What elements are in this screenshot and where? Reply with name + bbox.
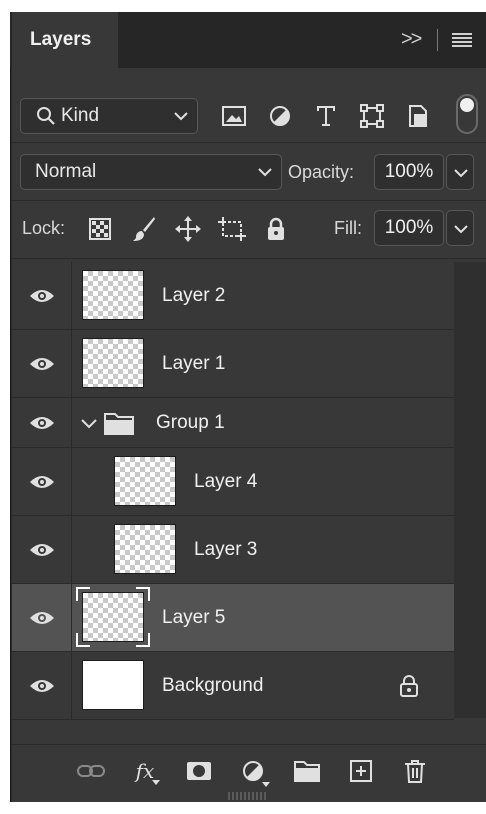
resize-grip[interactable] xyxy=(228,792,268,800)
eye-icon xyxy=(29,289,54,302)
chevron-down-icon xyxy=(174,112,188,121)
fill-dropdown-button[interactable] xyxy=(446,210,474,246)
lock-artboard-icon[interactable] xyxy=(218,215,246,243)
visibility-toggle[interactable] xyxy=(12,516,72,583)
visibility-toggle[interactable] xyxy=(12,448,72,515)
divider xyxy=(12,258,486,259)
eye-icon xyxy=(29,475,54,488)
layer-thumbnail[interactable] xyxy=(82,270,144,320)
visibility-toggle[interactable] xyxy=(12,398,72,447)
image-filter-icon[interactable] xyxy=(220,102,248,130)
lock-position-icon[interactable] xyxy=(174,215,202,243)
adjustment-filter-icon[interactable] xyxy=(266,102,294,130)
visibility-toggle[interactable] xyxy=(12,652,72,719)
layer-thumbnail[interactable] xyxy=(82,660,144,710)
visibility-toggle[interactable] xyxy=(12,584,72,651)
eye-icon xyxy=(29,416,54,429)
fill-label: Fill: xyxy=(334,218,362,238)
layers-list: Layer 2 Layer 1 Group 1 Layer 4 Layer 3 … xyxy=(12,262,454,720)
selection-corner xyxy=(76,633,90,647)
eye-icon xyxy=(29,543,54,556)
panel-body: Kind Normal Opacity: 100% Lock: Fill: 10… xyxy=(12,68,486,802)
smart-object-filter-icon[interactable] xyxy=(404,102,432,130)
layers-panel: Layers >> Kind Normal Opacity: 100% Lock… xyxy=(10,12,486,802)
layer-row[interactable]: Layer 4 xyxy=(12,448,454,516)
lock-transparent-pixels-icon[interactable] xyxy=(86,215,114,243)
layer-thumbnail[interactable] xyxy=(82,592,144,642)
fx-icon[interactable]: fx xyxy=(130,757,160,785)
blend-mode-value: Normal xyxy=(35,161,97,182)
chevron-down-icon[interactable] xyxy=(80,414,98,432)
layer-name: Background xyxy=(162,674,264,696)
panel-tab-bar: Layers >> xyxy=(10,12,486,68)
tab-layers[interactable]: Layers xyxy=(12,12,118,68)
visibility-toggle[interactable] xyxy=(12,262,72,329)
filter-toggle[interactable] xyxy=(456,94,478,134)
chevron-down-icon xyxy=(454,169,468,178)
new-group-icon[interactable] xyxy=(292,757,322,785)
layer-thumbnail[interactable] xyxy=(82,338,144,388)
divider xyxy=(437,28,438,51)
layer-name: Layer 1 xyxy=(162,352,226,374)
opacity-input[interactable]: 100% xyxy=(374,154,444,190)
eye-icon xyxy=(29,611,54,624)
fill-input[interactable]: 100% xyxy=(374,210,444,246)
layer-thumbnail[interactable] xyxy=(114,456,176,506)
filter-kind-label: Kind xyxy=(61,105,100,126)
add-mask-icon[interactable] xyxy=(184,757,214,785)
folder-icon xyxy=(104,413,134,435)
eye-icon xyxy=(29,357,54,370)
opacity-dropdown-button[interactable] xyxy=(446,154,474,190)
collapse-panel-button[interactable]: >> xyxy=(401,28,423,51)
layer-row[interactable]: Background xyxy=(12,652,454,720)
scrollbar[interactable] xyxy=(454,262,486,718)
divider xyxy=(12,200,486,201)
panel-footer: fx xyxy=(12,744,486,794)
layer-row[interactable]: Layer 3 xyxy=(12,516,454,584)
selection-corner xyxy=(76,587,90,601)
eye-icon xyxy=(29,679,54,692)
layer-name: Layer 3 xyxy=(194,538,258,560)
selection-corner xyxy=(136,587,150,601)
chevron-down-icon xyxy=(258,168,272,177)
panel-menu-icon[interactable] xyxy=(452,32,472,47)
search-icon xyxy=(37,107,55,125)
filter-kind-select[interactable]: Kind xyxy=(20,98,198,134)
opacity-label: Opacity: xyxy=(288,162,355,182)
new-layer-icon[interactable] xyxy=(346,757,376,785)
layer-row[interactable]: Layer 1 xyxy=(12,330,454,398)
layer-name: Layer 5 xyxy=(162,606,226,628)
type-filter-icon[interactable] xyxy=(312,102,340,130)
link-layers-icon[interactable] xyxy=(76,757,106,785)
layer-row[interactable]: Layer 2 xyxy=(12,262,454,330)
delete-icon[interactable] xyxy=(400,757,430,785)
layer-row-selected[interactable]: Layer 5 xyxy=(12,584,454,652)
divider xyxy=(12,142,486,143)
lock-image-pixels-icon[interactable] xyxy=(130,215,158,243)
layer-name: Layer 4 xyxy=(194,470,258,492)
visibility-toggle[interactable] xyxy=(12,330,72,397)
new-adjustment-icon[interactable] xyxy=(238,757,270,787)
shape-filter-icon[interactable] xyxy=(358,102,386,130)
layer-thumbnail[interactable] xyxy=(114,524,176,574)
selection-corner xyxy=(136,633,150,647)
lock-icon[interactable] xyxy=(398,674,420,698)
layer-name: Layer 2 xyxy=(162,284,226,306)
lock-all-icon[interactable] xyxy=(262,215,290,243)
blend-mode-select[interactable]: Normal xyxy=(20,154,282,190)
group-name: Group 1 xyxy=(156,411,225,433)
chevron-down-icon xyxy=(454,225,468,234)
lock-label: Lock: xyxy=(22,218,66,238)
group-row[interactable]: Group 1 xyxy=(12,398,454,448)
